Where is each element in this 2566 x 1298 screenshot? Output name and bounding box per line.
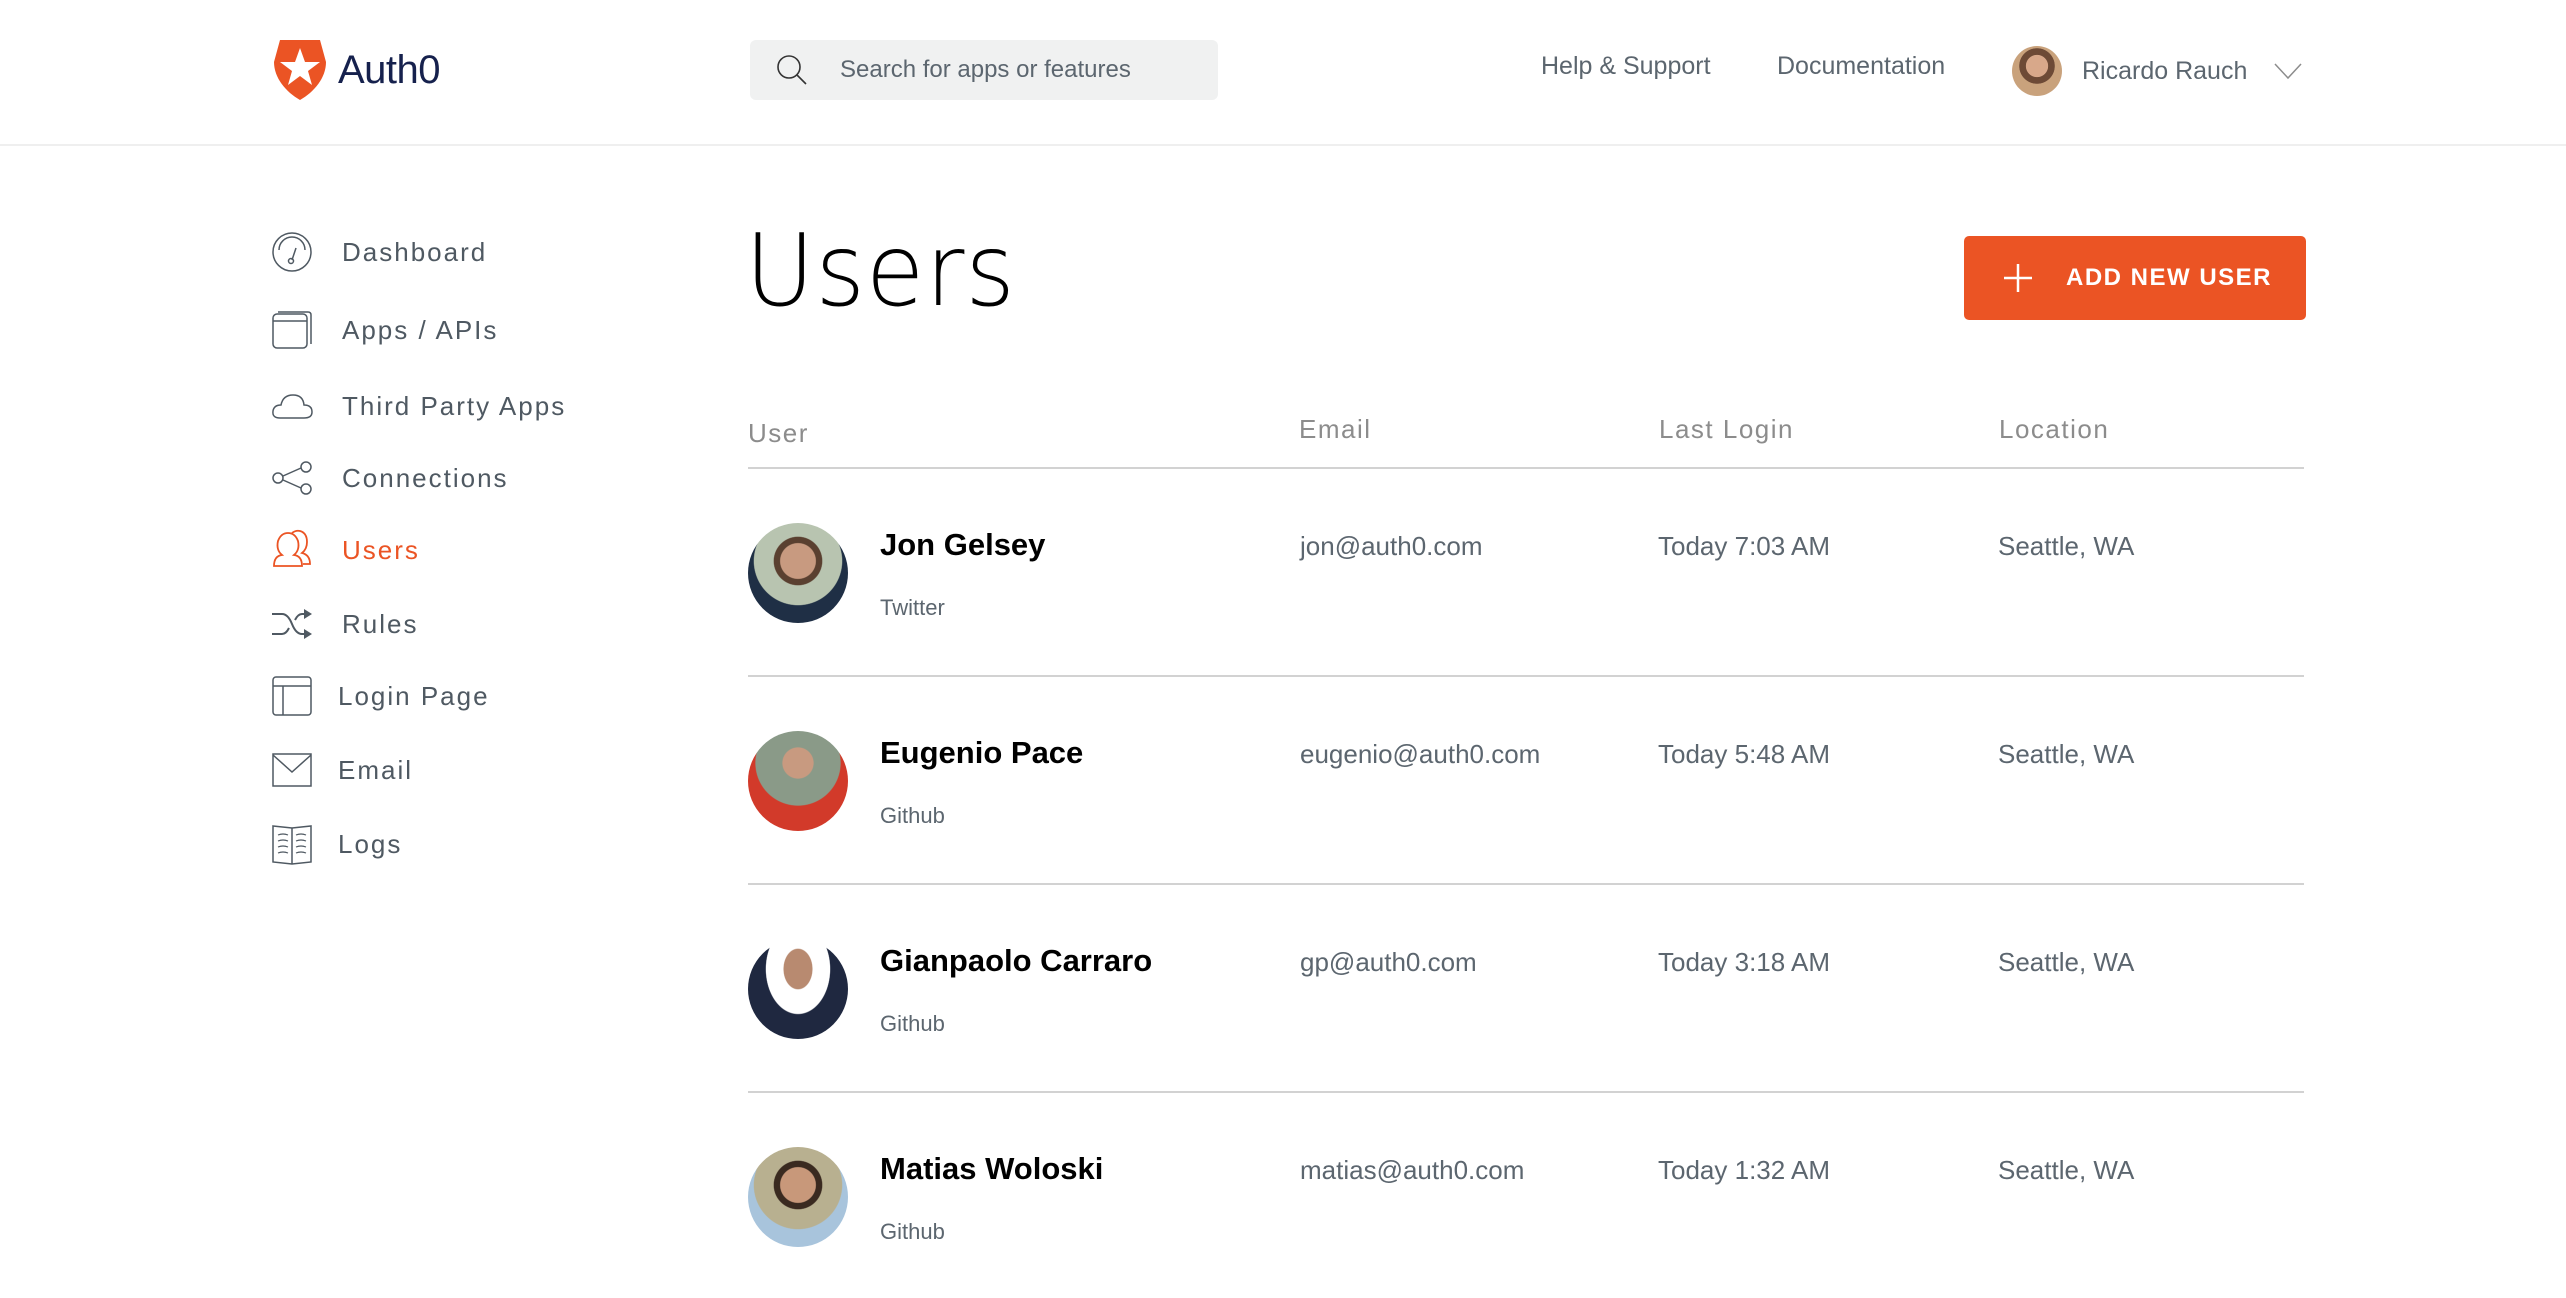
user-connection-source: Twitter <box>880 595 945 620</box>
user-last-login: Today 5:48 AM <box>1658 739 1830 769</box>
user-name[interactable]: Eugenio Pace <box>880 735 1083 771</box>
sidebar-item-email[interactable]: Email <box>270 748 413 792</box>
column-header-last-login[interactable]: Last Login <box>1659 414 1794 445</box>
sidebar-item-apps-apis[interactable]: Apps / APIs <box>270 308 498 352</box>
user-connection-source: Github <box>880 803 945 828</box>
sidebar-item-connections[interactable]: Connections <box>270 456 509 500</box>
add-new-user-button[interactable]: ADD NEW USER <box>1964 236 2306 320</box>
user-name[interactable]: Jon Gelsey <box>880 527 1045 563</box>
connections-icon <box>272 461 312 495</box>
auth0-shield-icon <box>274 40 326 100</box>
user-avatar <box>748 731 848 831</box>
user-name[interactable]: Matias Woloski <box>880 1151 1103 1187</box>
chevron-down-icon[interactable] <box>2273 62 2303 80</box>
top-header: Auth0 Help & Support Documentation Ricar… <box>0 0 2566 146</box>
user-avatar <box>748 1147 848 1247</box>
sidebar-item-users[interactable]: Users <box>270 528 420 572</box>
help-support-link[interactable]: Help & Support <box>1541 52 1711 81</box>
sidebar-item-label: Login Page <box>338 680 490 711</box>
user-menu[interactable]: Ricardo Rauch <box>2012 46 2303 96</box>
sidebar-item-logs[interactable]: Logs <box>270 822 402 866</box>
user-location: Seattle, WA <box>1998 947 2135 977</box>
user-email: matias@auth0.com <box>1300 1155 1525 1185</box>
table-row[interactable]: Jon Gelsey Twitter jon@auth0.com Today 7… <box>748 469 2304 677</box>
sidebar-item-dashboard[interactable]: Dashboard <box>270 230 487 274</box>
column-header-location[interactable]: Location <box>1999 414 2109 445</box>
user-email: gp@auth0.com <box>1300 947 1477 977</box>
sidebar-item-label: Users <box>342 534 420 565</box>
cloud-icon <box>272 394 313 419</box>
sidebar-item-label: Rules <box>342 608 419 639</box>
user-last-login: Today 3:18 AM <box>1658 947 1830 977</box>
documentation-link[interactable]: Documentation <box>1777 52 1945 81</box>
plus-icon <box>2004 264 2032 292</box>
sidebar-item-label: Third Party Apps <box>342 390 567 421</box>
user-connection-source: Github <box>880 1219 945 1244</box>
sidebar-item-third-party-apps[interactable]: Third Party Apps <box>270 384 566 428</box>
sidebar-item-rules[interactable]: Rules <box>270 602 418 646</box>
page-title: Users <box>745 212 1016 329</box>
column-header-email[interactable]: Email <box>1299 414 1372 445</box>
table-row[interactable]: Gianpaolo Carraro Github gp@auth0.com To… <box>748 885 2304 1093</box>
user-avatar <box>2012 46 2062 96</box>
sidebar-item-label: Email <box>338 754 414 785</box>
shuffle-icon <box>272 609 312 639</box>
sidebar-item-label: Logs <box>338 828 403 859</box>
email-icon <box>272 753 312 787</box>
user-name: Ricardo Rauch <box>2082 56 2248 85</box>
user-avatar <box>748 523 848 623</box>
logo-text: Auth0 <box>338 47 441 92</box>
sidebar-item-label: Apps / APIs <box>342 314 499 345</box>
search-input[interactable] <box>840 56 1200 84</box>
auth0-logo[interactable]: Auth0 <box>272 38 441 102</box>
users-icon <box>273 529 311 567</box>
user-connection-source: Github <box>880 1011 945 1036</box>
add-new-user-label: ADD NEW USER <box>2066 264 2273 291</box>
table-row[interactable]: Matias Woloski Github matias@auth0.com T… <box>748 1093 2304 1298</box>
sidebar-item-label: Connections <box>342 462 509 493</box>
apps-icon <box>272 311 312 349</box>
dashboard-icon <box>272 232 312 272</box>
logs-icon <box>272 825 312 865</box>
user-email: jon@auth0.com <box>1300 531 1483 561</box>
column-header-user[interactable]: User <box>748 418 809 449</box>
login-page-icon <box>272 676 312 716</box>
search-icon <box>777 55 807 85</box>
user-last-login: Today 7:03 AM <box>1658 531 1830 561</box>
user-avatar <box>748 939 848 1039</box>
sidebar-item-label: Dashboard <box>342 236 488 267</box>
user-location: Seattle, WA <box>1998 1155 2135 1185</box>
table-row[interactable]: Eugenio Pace Github eugenio@auth0.com To… <box>748 677 2304 885</box>
user-last-login: Today 1:32 AM <box>1658 1155 1830 1185</box>
user-name[interactable]: Gianpaolo Carraro <box>880 943 1152 979</box>
user-email: eugenio@auth0.com <box>1300 739 1541 769</box>
sidebar-item-login-page[interactable]: Login Page <box>270 674 490 718</box>
user-location: Seattle, WA <box>1998 739 2135 769</box>
search-box[interactable] <box>750 40 1218 100</box>
user-location: Seattle, WA <box>1998 531 2135 561</box>
